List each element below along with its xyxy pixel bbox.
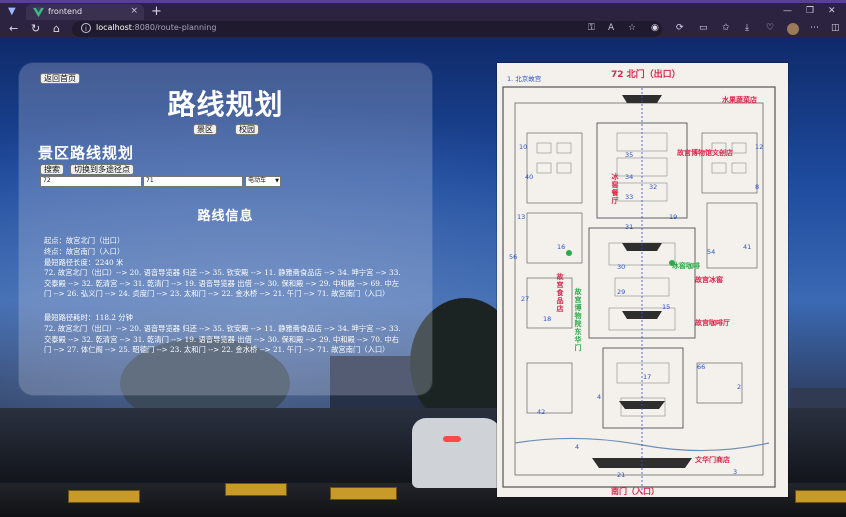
map-number: 32 <box>649 183 658 191</box>
map-label-wenhua-shop: 文华门商店 <box>695 456 730 464</box>
switch-multi-point-button[interactable]: 切换到多途径点 <box>70 164 134 175</box>
car-taillight <box>443 436 461 442</box>
end-point-text: 终点：故宫南门（入口） <box>44 247 125 256</box>
map-number: 18 <box>543 315 552 323</box>
route-info-title: 路线信息 <box>197 209 254 224</box>
map-label-museum-shop: 故宫博物馆文创店 <box>677 149 733 157</box>
map-number: 31 <box>625 223 634 231</box>
map-number: 21 <box>617 471 626 479</box>
shortest-distance-text: 最短路径长度：2240 米 <box>44 258 124 267</box>
map-number: 17 <box>643 373 652 381</box>
map-header: 1. 北京故宫 <box>507 75 542 83</box>
background-car <box>412 418 502 488</box>
split-screen-icon[interactable]: ▭ <box>699 23 708 33</box>
back-arrow-icon[interactable]: ← <box>9 22 18 36</box>
more-menu-icon[interactable]: ⋯ <box>810 23 819 33</box>
download-icon[interactable]: ⤓ <box>745 23 749 33</box>
page-viewport: 返回首页 路线规划 景区 校园 景区路线规划 搜索 切换到多途径点 72 71 … <box>0 38 846 517</box>
map-number: 19 <box>669 213 678 221</box>
scenic-mode-button[interactable]: 景区 <box>193 124 217 135</box>
site-info-icon[interactable]: i <box>81 23 91 33</box>
map-number: 2 <box>737 383 742 391</box>
map-number: 12 <box>755 143 764 151</box>
road-barrier <box>330 487 397 500</box>
start-point-input[interactable]: 72 <box>40 176 142 187</box>
chevron-down-icon: ▼ <box>275 178 279 184</box>
transport-select-value: 电动车 <box>248 177 267 184</box>
map-number: 27 <box>521 295 530 303</box>
map-label-palace-cafe: 故宫咖啡厅 <box>695 319 730 327</box>
map-number: 29 <box>617 288 626 296</box>
key-icon[interactable]: ⚿ <box>588 23 595 33</box>
restore-icon[interactable]: ❐ <box>806 6 814 16</box>
route-planning-panel: 返回首页 路线规划 景区 校园 景区路线规划 搜索 切换到多途径点 72 71 … <box>19 63 432 395</box>
minimize-icon[interactable]: — <box>783 6 792 16</box>
map-label-ice-cellar: 故宫冰窖 <box>695 276 723 284</box>
page-title: 路线规划 <box>167 88 284 121</box>
palace-museum-map-image: 1. 北京故宫 72 北门（出口） 南门（入口） 水果蔬菜店 故宫博物馆文创店 … <box>497 63 788 497</box>
map-number: 35 <box>625 151 634 159</box>
refresh-icon[interactable]: ↻ <box>31 22 40 36</box>
map-number: 30 <box>617 263 626 271</box>
vue-favicon-icon <box>33 7 44 18</box>
sidebar-icon[interactable]: ◫ <box>831 23 840 33</box>
shortest-distance-route: 72. 故宫北门（出口）--> 20. 语音导览器 归还 --> 35. 钦安殿… <box>44 268 401 298</box>
browser-tab-bar: ▼ frontend × + — ❐ ✕ <box>0 0 846 22</box>
map-number: 13 <box>517 213 526 221</box>
map-label-ice-cellar-restaurant: 冰窖餐厅 <box>611 173 619 205</box>
read-aloud-icon[interactable]: A <box>608 23 614 33</box>
map-number: 33 <box>625 193 634 201</box>
url-bar[interactable]: i localhost:8080/route-planning ⚿ A ☆ <box>72 21 662 37</box>
url-host: localhost <box>96 23 132 32</box>
map-number: 54 <box>707 248 716 256</box>
map-number: 56 <box>509 253 518 261</box>
map-label-food-shop: 故宫食品店 <box>556 273 564 313</box>
favorites-icon[interactable]: ✩ <box>722 23 730 33</box>
start-point-text: 起点：故宫北门（出口） <box>44 236 125 245</box>
map-number: 3 <box>733 468 738 476</box>
map-number: 8 <box>755 183 760 191</box>
map-drawing <box>502 86 776 493</box>
campus-mode-button[interactable]: 校园 <box>235 124 259 135</box>
map-north-gate-mark: 72 北门（出口） <box>611 70 681 80</box>
address-bar-row: ← ↻ ⌂ i localhost:8080/route-planning ⚿ … <box>0 20 846 38</box>
map-number: 40 <box>525 173 534 181</box>
end-point-input[interactable]: 71 <box>143 176 243 187</box>
map-number: 15 <box>662 303 671 311</box>
url-path: :8080/route-planning <box>131 23 217 32</box>
transport-select[interactable]: 电动车 ▼ <box>245 176 281 187</box>
tab-title: frontend <box>48 7 83 16</box>
new-tab-button[interactable]: + <box>151 4 162 20</box>
map-number: 42 <box>537 408 546 416</box>
refresh-extension-icon[interactable]: ⟳ <box>676 23 684 33</box>
home-icon[interactable]: ⌂ <box>53 22 60 36</box>
map-number: 10 <box>519 143 528 151</box>
map-number: 4 <box>597 393 602 401</box>
map-number: 66 <box>697 363 706 371</box>
shortest-time-route: 72. 故宫北门（出口）--> 20. 语音导览器 归还 --> 35. 钦安殿… <box>44 324 401 354</box>
map-label-donghua-gate: 故宫博物院东华门 <box>574 288 582 352</box>
map-label-fruit-shop: 水果蔬菜店 <box>722 96 757 104</box>
section-title: 景区路线规划 <box>38 144 135 162</box>
browser-essentials-icon[interactable]: ♡ <box>766 23 774 33</box>
tab-close-icon[interactable]: × <box>130 6 138 16</box>
profile-avatar[interactable] <box>787 23 799 35</box>
map-number: 41 <box>743 243 752 251</box>
shortest-time-text: 最短路径耗时：118.2 分钟 <box>44 313 133 322</box>
road-barrier <box>225 483 287 496</box>
map-number: 34 <box>625 173 634 181</box>
map-number: 16 <box>557 243 566 251</box>
road-barrier <box>795 490 846 503</box>
map-south-gate-mark: 南门（入口） <box>611 487 659 496</box>
extension-shield-icon[interactable]: ◉ <box>651 23 659 33</box>
workspaces-icon[interactable]: ▼ <box>8 6 20 18</box>
road-barrier <box>68 490 140 503</box>
map-number: 4 <box>575 443 580 451</box>
favorite-star-icon[interactable]: ☆ <box>628 23 636 33</box>
close-window-icon[interactable]: ✕ <box>828 6 836 16</box>
url-text[interactable]: localhost:8080/route-planning <box>96 23 216 32</box>
search-button[interactable]: 搜索 <box>40 164 64 175</box>
map-label-ice-cellar-cafe: 冰窖咖啡 <box>672 262 700 270</box>
